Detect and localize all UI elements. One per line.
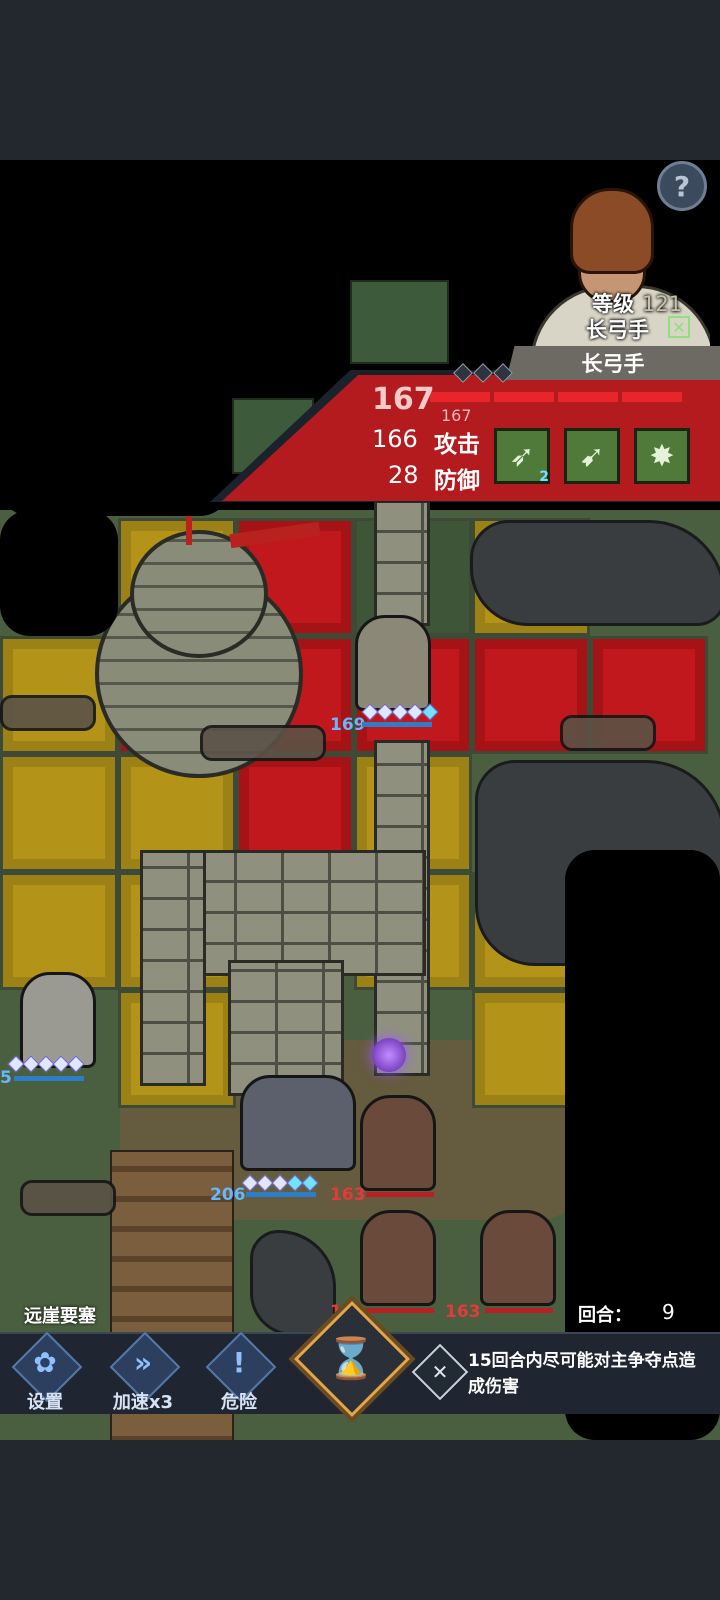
unit-hp-label: 5 — [0, 1068, 12, 1088]
skill-slot-3[interactable]: ✸ — [634, 428, 690, 484]
portrait-hair — [570, 188, 654, 274]
round-label: 回合： — [578, 1305, 632, 1326]
level-value: 121 — [642, 292, 683, 316]
explosion-target-icon: ✸ — [649, 438, 675, 474]
unit-hp-bar — [362, 722, 432, 727]
attack-label: 攻击 — [434, 432, 480, 458]
fog-of-war — [0, 160, 350, 396]
fast-forward-icon: » — [133, 1346, 153, 1379]
fallen-soldier — [200, 725, 326, 761]
unit-hp-bar — [246, 1192, 316, 1197]
enemy-hp-bar — [366, 1192, 434, 1197]
fallen-soldier — [0, 695, 96, 731]
bow-slash-icon: ➹ — [579, 438, 605, 474]
unit-class: 长弓手 — [586, 318, 649, 342]
stone-wall — [374, 500, 430, 626]
enemy-hp-bar — [485, 1308, 553, 1313]
defense-label: 防御 — [434, 468, 480, 494]
skill-slot-2[interactable]: ➹ — [564, 428, 620, 484]
unit-hp-bar — [14, 1076, 84, 1081]
stone-wall — [140, 850, 206, 1086]
gear-icon: ✿ — [33, 1346, 57, 1379]
move-tile[interactable] — [0, 754, 118, 872]
watch-tower-top — [130, 530, 268, 658]
exclamation-icon: ! — [232, 1346, 246, 1379]
statue-ally-unit[interactable] — [20, 972, 96, 1068]
crossed-swords-icon: ✕ — [431, 1360, 449, 1384]
skill-charge-badge: 2 — [539, 469, 549, 485]
boulder — [470, 520, 720, 626]
bottom-letterbox — [0, 1440, 720, 1600]
knight-unit[interactable] — [240, 1075, 356, 1171]
defense-value: 28 — [388, 461, 419, 489]
objective-text: 15回合内尽可能对主争夺点造成伤害 — [468, 1351, 696, 1397]
unit-action-gems — [241, 1174, 319, 1192]
unit-hp-label: 169 — [330, 715, 366, 735]
speed-label: 加速x3 — [112, 1392, 174, 1413]
fallen-soldier — [560, 715, 656, 751]
unit-hp-label: 206 — [210, 1185, 246, 1205]
longbow-archer-unit[interactable] — [355, 615, 431, 711]
settings-button[interactable]: ✿ 设置 — [6, 1331, 84, 1414]
settings-label: 设置 — [27, 1392, 63, 1413]
hourglass-icon[interactable]: ⌛ — [311, 1318, 391, 1398]
hp-current: 167 — [372, 382, 435, 417]
unit-action-gems — [7, 1055, 85, 1073]
top-letterbox — [0, 0, 720, 160]
panel-dots — [453, 363, 513, 383]
round-value: 9 — [662, 1300, 675, 1324]
unit-name-banner: 长弓手 — [506, 346, 720, 380]
attack-value: 166 — [372, 425, 418, 453]
enemy-hp-label: 163 — [445, 1302, 481, 1322]
enemy-hp-bar — [366, 1308, 434, 1313]
fog-of-war — [0, 396, 230, 516]
unit-action-gems — [361, 703, 439, 721]
purple-orb — [372, 1038, 406, 1072]
danger-button[interactable]: ! 危险 — [200, 1331, 278, 1414]
hp-segment-bar — [430, 392, 682, 402]
danger-label: 危险 — [221, 1392, 257, 1413]
enemy-swordsman-unit[interactable] — [480, 1210, 556, 1306]
enemy-hp-label: 163 — [330, 1185, 366, 1205]
speed-button[interactable]: » 加速x3 — [104, 1331, 182, 1414]
map-name: 远崖要塞 — [24, 1306, 96, 1327]
skill-slot-1[interactable]: ➶ 2 — [494, 428, 550, 485]
bow-shot-icon: ➶ — [509, 438, 535, 474]
level-label: 等级 — [592, 292, 634, 316]
fog-of-war — [0, 510, 118, 636]
class-badge-icon: ✕ — [668, 316, 690, 338]
pine-tree — [350, 280, 449, 364]
fallen-soldier — [20, 1180, 116, 1216]
enemy-swordsman-unit[interactable] — [360, 1095, 436, 1191]
hp-max: 167 — [441, 406, 472, 425]
tower-flag — [186, 515, 192, 545]
enemy-swordsman-unit[interactable] — [360, 1210, 436, 1306]
